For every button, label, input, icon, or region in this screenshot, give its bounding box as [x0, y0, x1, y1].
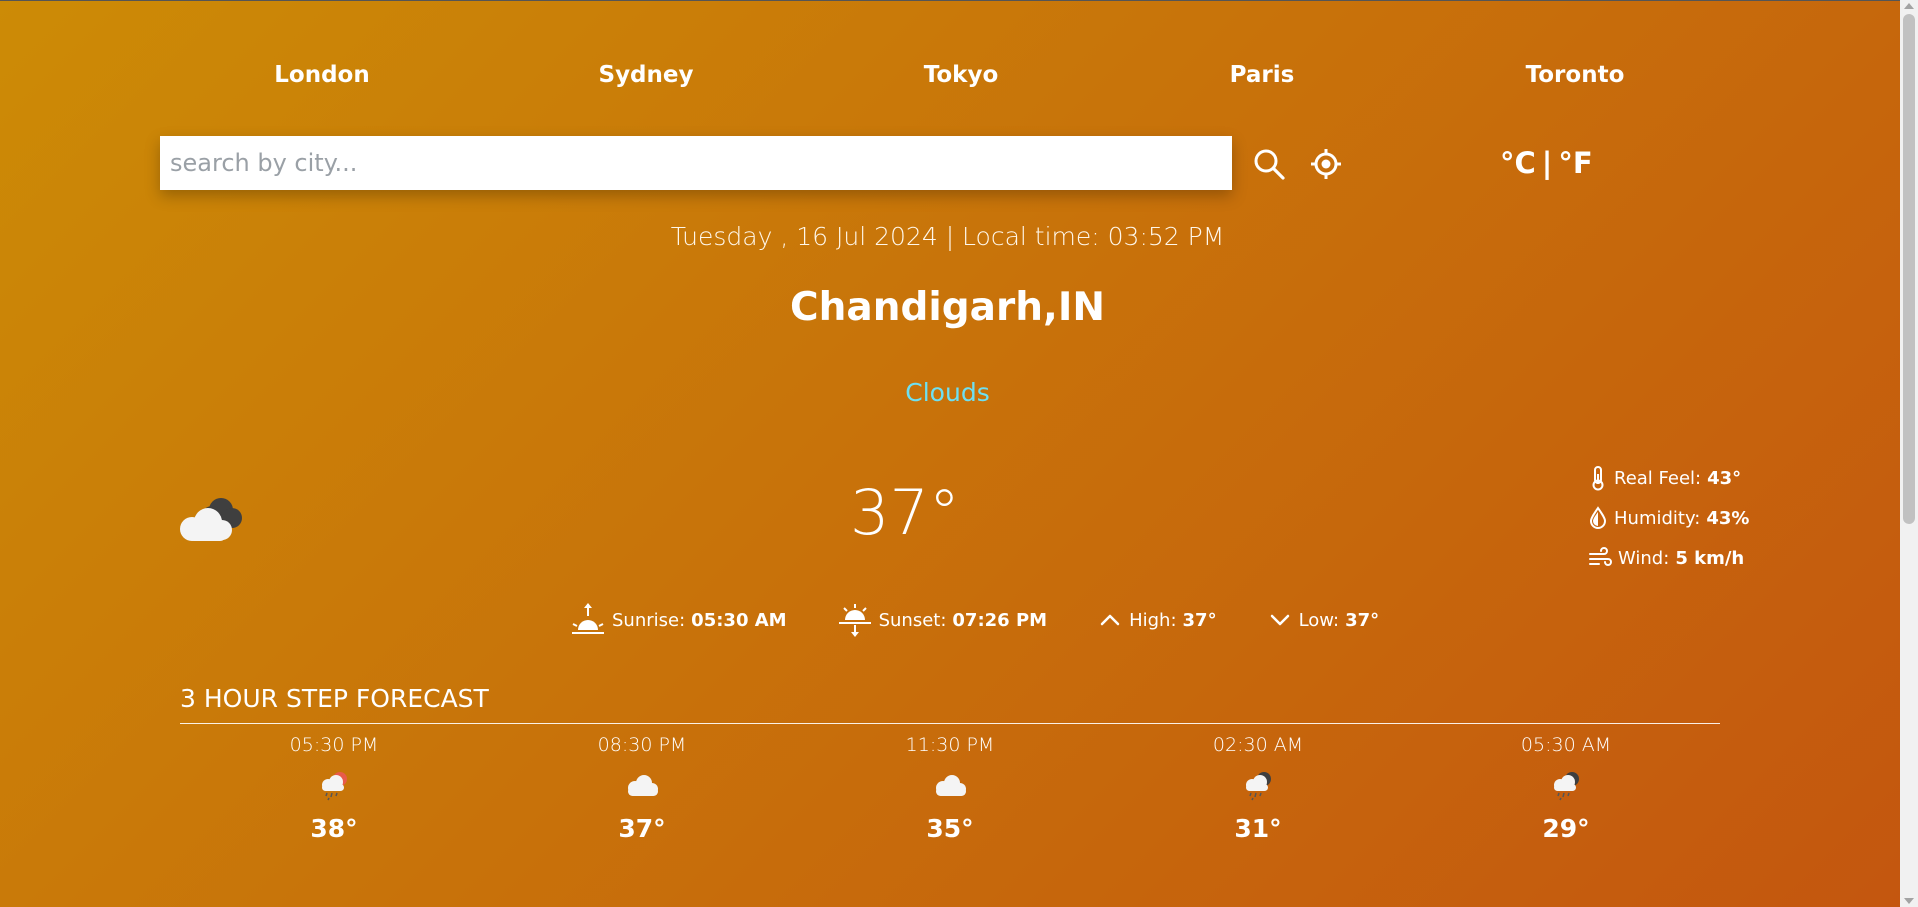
city-link-sydney[interactable]: Sydney — [599, 62, 694, 88]
city-link-toronto[interactable]: Toronto — [1526, 62, 1625, 88]
city-nav: London Sydney Tokyo Paris Toronto — [160, 62, 1720, 94]
forecast-item: 02:30 AM 31° — [1178, 732, 1338, 843]
real-feel-label: Real Feel: — [1614, 467, 1702, 489]
cloud-icon — [180, 498, 242, 541]
search-icon[interactable] — [1252, 147, 1286, 181]
sunset-item: Sunset: 07:26 PM — [837, 602, 1048, 638]
low-item: Low: 37° — [1267, 609, 1380, 631]
sunrise-item: Sunrise: 05:30 AM — [570, 602, 787, 638]
wind-label: Wind: — [1618, 547, 1670, 569]
celsius-button[interactable]: °C — [1500, 146, 1536, 180]
fahrenheit-button[interactable]: °F — [1558, 146, 1592, 180]
search-input[interactable] — [160, 136, 1232, 190]
low-value: 37° — [1345, 609, 1380, 631]
location-icon[interactable] — [1309, 147, 1343, 181]
unit-separator: | — [1541, 146, 1553, 180]
weather-condition: Clouds — [905, 378, 990, 407]
sunrise-label: Sunrise: — [612, 609, 686, 631]
local-datetime: Tuesday , 16 Jul 2024 | Local time: 03:5… — [670, 222, 1225, 251]
current-temperature: 37° — [850, 476, 960, 549]
unit-toggle: °C | °F — [1500, 146, 1593, 180]
humidity-value: 43% — [1706, 507, 1750, 529]
sunset-value: 07:26 PM — [952, 609, 1048, 631]
vertical-scrollbar[interactable] — [1900, 0, 1918, 907]
wind-value: 5 km/h — [1675, 547, 1745, 569]
sunrise-value: 05:30 AM — [691, 609, 787, 631]
sunset-label: Sunset: — [878, 609, 947, 631]
rain-cloud-icon — [1246, 772, 1271, 801]
low-label: Low: — [1298, 609, 1340, 631]
forecast-title: 3 HOUR STEP FORECAST — [180, 684, 489, 713]
high-label: High: — [1129, 609, 1177, 631]
real-feel-row: Real Feel: 43° — [1588, 458, 1749, 498]
weather-details: Real Feel: 43° Humidity: 43% Wind: 5 km/… — [1588, 458, 1749, 578]
humidity-label: Humidity: — [1614, 507, 1701, 529]
sun-info-row: Sunrise: 05:30 AM Sunset: 07:26 PM High:… — [570, 600, 1429, 640]
location-title: Chandigarh,IN — [790, 285, 1105, 330]
chevron-down-icon — [1270, 614, 1289, 626]
sunrise-icon — [572, 603, 604, 634]
weather-app: London Sydney Tokyo Paris Toronto °C | °… — [160, 0, 1749, 907]
cloud-icon — [628, 775, 658, 796]
city-link-london[interactable]: London — [274, 62, 369, 88]
forecast-item: 08:30 PM 37° — [562, 732, 722, 843]
forecast-item: 11:30 PM 35° — [870, 732, 1030, 843]
rain-cloud-icon — [1554, 772, 1579, 801]
chevron-up-icon — [1100, 614, 1120, 626]
scrollbar-thumb[interactable] — [1903, 14, 1915, 524]
scroll-up-icon[interactable] — [1904, 3, 1914, 9]
forecast-item: 05:30 PM 38° — [254, 732, 414, 843]
city-link-tokyo[interactable]: Tokyo — [924, 62, 999, 88]
cloud-icon — [936, 775, 966, 796]
search-bar: °C | °F — [160, 136, 1720, 190]
wind-icon — [1589, 547, 1612, 566]
forecast-divider — [180, 723, 1720, 724]
forecast-time: 05:30 PM — [289, 734, 379, 756]
wind-row: Wind: 5 km/h — [1588, 538, 1749, 578]
forecast-item: 05:30 AM 29° — [1486, 732, 1646, 843]
forecast-temp: 37° — [618, 814, 666, 843]
forecast-temp: 35° — [926, 814, 974, 843]
real-feel-value: 43° — [1707, 467, 1742, 489]
forecast-list: 05:30 PM 38° 08:30 PM 37° 11:30 PM 35° 0… — [180, 732, 1720, 892]
forecast-temp: 38° — [310, 814, 358, 843]
high-value: 37° — [1182, 609, 1217, 631]
forecast-temp: 31° — [1234, 814, 1282, 843]
humidity-row: Humidity: 43% — [1588, 498, 1749, 538]
sunset-icon — [838, 604, 871, 637]
forecast-temp: 29° — [1542, 814, 1590, 843]
forecast-time: 02:30 AM — [1212, 734, 1304, 756]
city-link-paris[interactable]: Paris — [1230, 62, 1295, 88]
forecast-time: 05:30 AM — [1520, 734, 1612, 756]
droplet-icon — [1589, 506, 1607, 529]
forecast-time: 11:30 PM — [905, 734, 995, 756]
forecast-time: 08:30 PM — [597, 734, 687, 756]
thermometer-icon — [1592, 466, 1604, 491]
rain-sun-icon — [322, 772, 347, 801]
scroll-down-icon[interactable] — [1904, 898, 1914, 904]
high-item: High: 37° — [1097, 610, 1217, 631]
